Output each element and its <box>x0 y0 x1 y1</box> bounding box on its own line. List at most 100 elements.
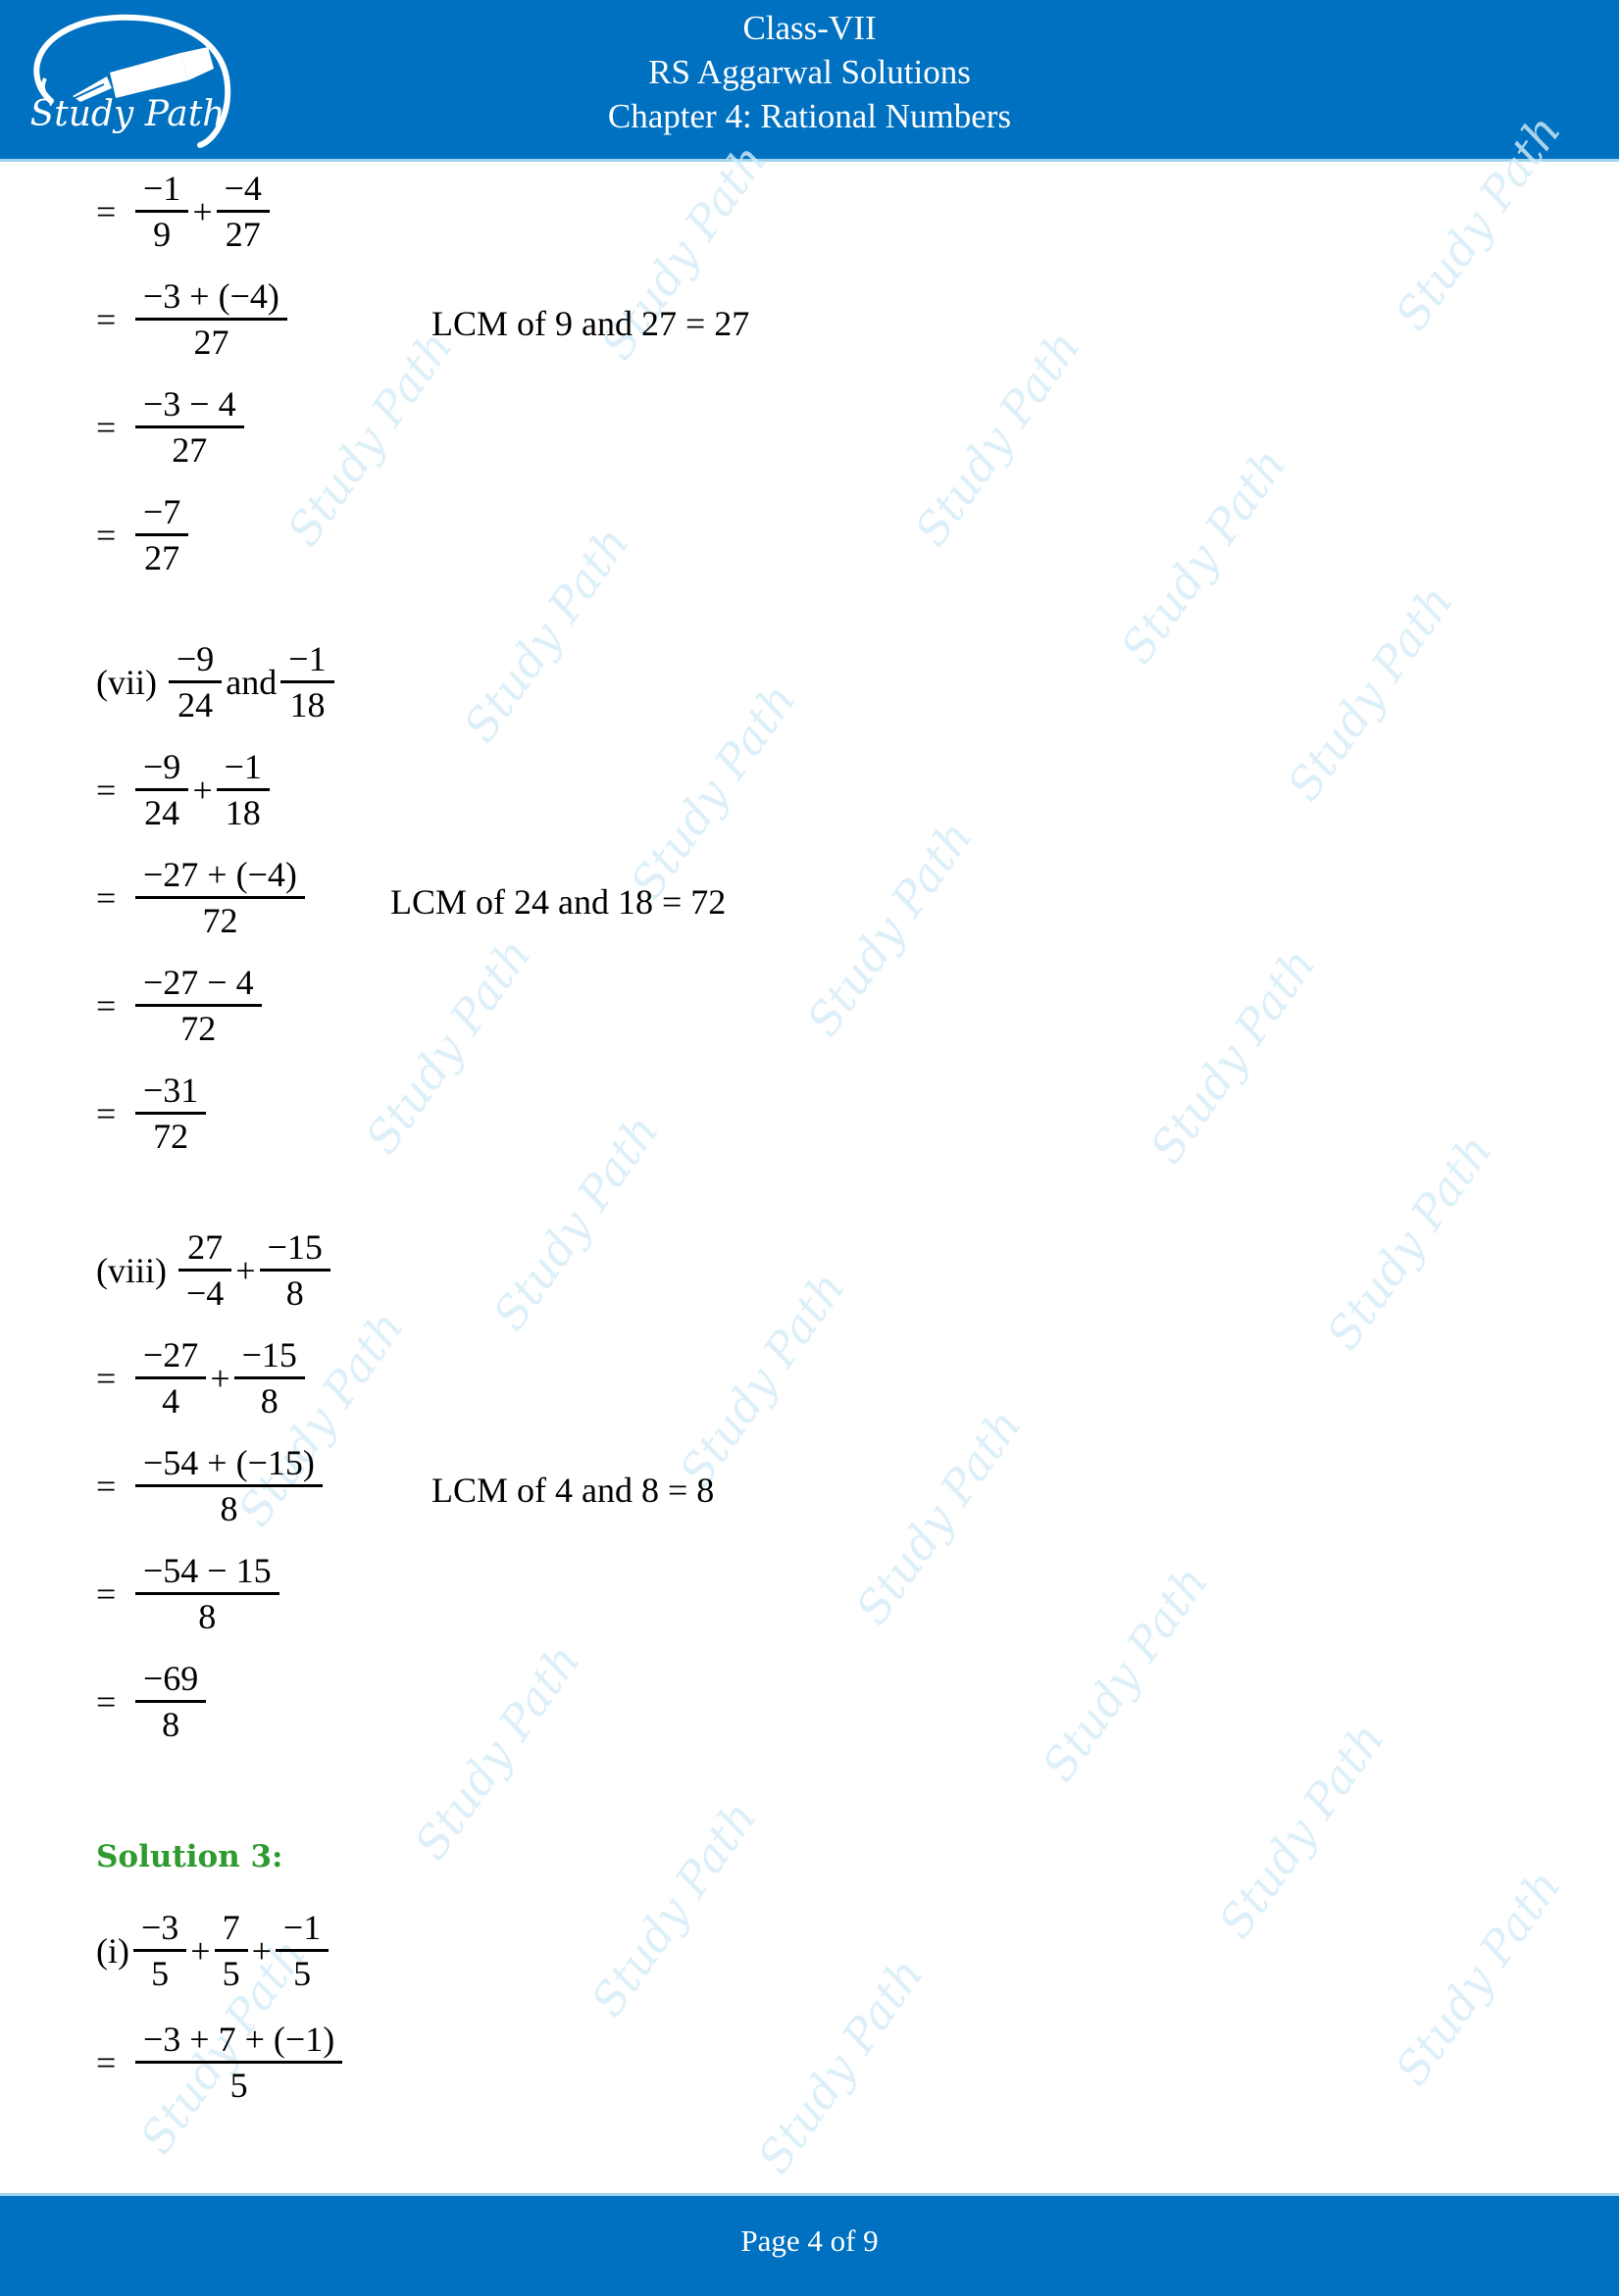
equals-sign: = <box>96 1466 117 1506</box>
fraction: −1 18 <box>216 745 270 834</box>
numerator: −31 <box>143 1071 199 1110</box>
page-footer: Page 4 of 9 <box>0 2193 1619 2296</box>
fraction: −1 9 <box>135 167 189 256</box>
numerator: −27 <box>143 1335 199 1374</box>
denominator: 72 <box>135 896 305 942</box>
fraction: −27 4 <box>135 1333 207 1423</box>
equation-line: = −9 24 + −1 18 <box>96 745 270 834</box>
fraction: −54 + (−15) 8 <box>135 1441 323 1530</box>
numerator: −69 <box>143 1659 199 1698</box>
equals-sign: = <box>96 191 117 231</box>
equation-line: = −3 + 7 + (−1) 5 <box>96 2018 343 2107</box>
denominator: 72 <box>135 1112 207 1158</box>
fraction: −7 27 <box>135 490 189 579</box>
fraction: 27 −4 <box>177 1225 232 1315</box>
equals-sign: = <box>96 407 117 447</box>
numerator: −15 <box>241 1335 297 1374</box>
solution-heading: Solution 3: <box>96 1839 283 1874</box>
fraction: −54 − 15 8 <box>135 1549 279 1638</box>
equation-line: = −27 − 4 72 <box>96 961 262 1050</box>
fraction: −27 + (−4) 72 <box>135 853 305 942</box>
question-line: (i) −3 5 + 75 + −1 5 <box>96 1906 329 1995</box>
question-line: (vii) −9 24 and −1 18 <box>96 637 334 726</box>
equals-sign: = <box>96 515 117 555</box>
fraction: −15 8 <box>233 1333 305 1423</box>
numerator: 27 <box>187 1227 224 1267</box>
denominator: 27 <box>135 533 189 579</box>
equation-line: = −3 + (−4) 27 <box>96 275 287 364</box>
fraction: −4 27 <box>216 167 270 256</box>
denominator: −4 <box>177 1269 232 1315</box>
denominator: 5 <box>214 1949 248 1995</box>
denominator: 5 <box>135 2061 343 2107</box>
fraction: −3 + (−4) 27 <box>135 275 287 364</box>
denominator: 8 <box>259 1269 330 1315</box>
equation-line: = −69 8 <box>96 1657 207 1746</box>
lcm-note: LCM of 24 and 18 = 72 <box>390 882 727 922</box>
denominator: 18 <box>280 680 334 726</box>
numerator: −54 + (−15) <box>143 1443 315 1482</box>
fraction: −9 24 <box>168 637 223 726</box>
numerator: −9 <box>143 747 181 786</box>
denominator: 27 <box>135 425 244 472</box>
equation-line: = −27 + (−4) 72 <box>96 853 305 942</box>
operator: + <box>210 1358 230 1398</box>
equation-line: = −54 + (−15) 8 <box>96 1441 323 1530</box>
denominator: 24 <box>168 680 223 726</box>
numerator: −1 <box>224 747 262 786</box>
denominator: 24 <box>135 788 189 834</box>
operator: + <box>192 191 213 231</box>
lcm-note: LCM of 4 and 8 = 8 <box>431 1471 715 1510</box>
equals-sign: = <box>96 2042 117 2082</box>
equation-line: = −54 − 15 8 <box>96 1549 279 1638</box>
joiner-text: and <box>226 662 278 702</box>
numerator: −3 − 4 <box>143 384 236 424</box>
fraction: −3 + 7 + (−1) 5 <box>135 2018 343 2107</box>
fraction: 75 <box>214 1906 248 1995</box>
fraction: −3 5 <box>132 1906 187 1995</box>
numerator: −1 <box>282 1908 322 1947</box>
denominator: 4 <box>135 1376 207 1423</box>
denominator: 18 <box>216 788 270 834</box>
denominator: 27 <box>135 318 287 364</box>
operator: + <box>192 770 213 810</box>
numerator: −3 <box>140 1908 179 1947</box>
denominator: 8 <box>135 1484 323 1530</box>
numerator: −15 <box>267 1227 323 1267</box>
question-line: (viii) 27 −4 + −15 8 <box>96 1225 330 1315</box>
denominator: 8 <box>135 1700 207 1746</box>
operator: + <box>190 1930 211 1971</box>
numerator: −27 − 4 <box>143 963 254 1002</box>
fraction: −15 8 <box>259 1225 330 1315</box>
equals-sign: = <box>96 1573 117 1614</box>
fraction: −69 8 <box>135 1657 207 1746</box>
numerator: −3 + (−4) <box>143 276 279 316</box>
equation-line: = −7 27 <box>96 490 189 579</box>
numerator: −4 <box>224 169 262 208</box>
numerator: −54 − 15 <box>143 1551 272 1590</box>
document-body: = −1 9 + −4 27 = −3 + (−4) 27 LCM of 9 and … <box>0 0 1622 2293</box>
lcm-note: LCM of 9 and 27 = 27 <box>431 304 750 343</box>
equation-line: = −1 9 + −4 27 <box>96 167 270 256</box>
equals-sign: = <box>96 1358 117 1398</box>
numerator: 7 <box>222 1908 240 1947</box>
part-label: (vii) <box>96 662 157 702</box>
denominator: 8 <box>233 1376 305 1423</box>
fraction: −31 72 <box>135 1069 207 1158</box>
denominator: 27 <box>216 210 270 256</box>
numerator: −3 + 7 + (−1) <box>143 2020 335 2059</box>
numerator: −1 <box>288 639 327 678</box>
fraction: −1 5 <box>275 1906 329 1995</box>
equation-line: = −31 72 <box>96 1069 207 1158</box>
part-label: (viii) <box>96 1250 167 1290</box>
equals-sign: = <box>96 877 117 918</box>
denominator: 5 <box>275 1949 329 1995</box>
denominator: 9 <box>135 210 189 256</box>
equals-sign: = <box>96 299 117 339</box>
operator: + <box>235 1250 256 1290</box>
fraction: −9 24 <box>135 745 189 834</box>
equation-line: = −3 − 4 27 <box>96 382 244 472</box>
equals-sign: = <box>96 985 117 1025</box>
equals-sign: = <box>96 1093 117 1133</box>
fraction: −3 − 4 27 <box>135 382 244 472</box>
